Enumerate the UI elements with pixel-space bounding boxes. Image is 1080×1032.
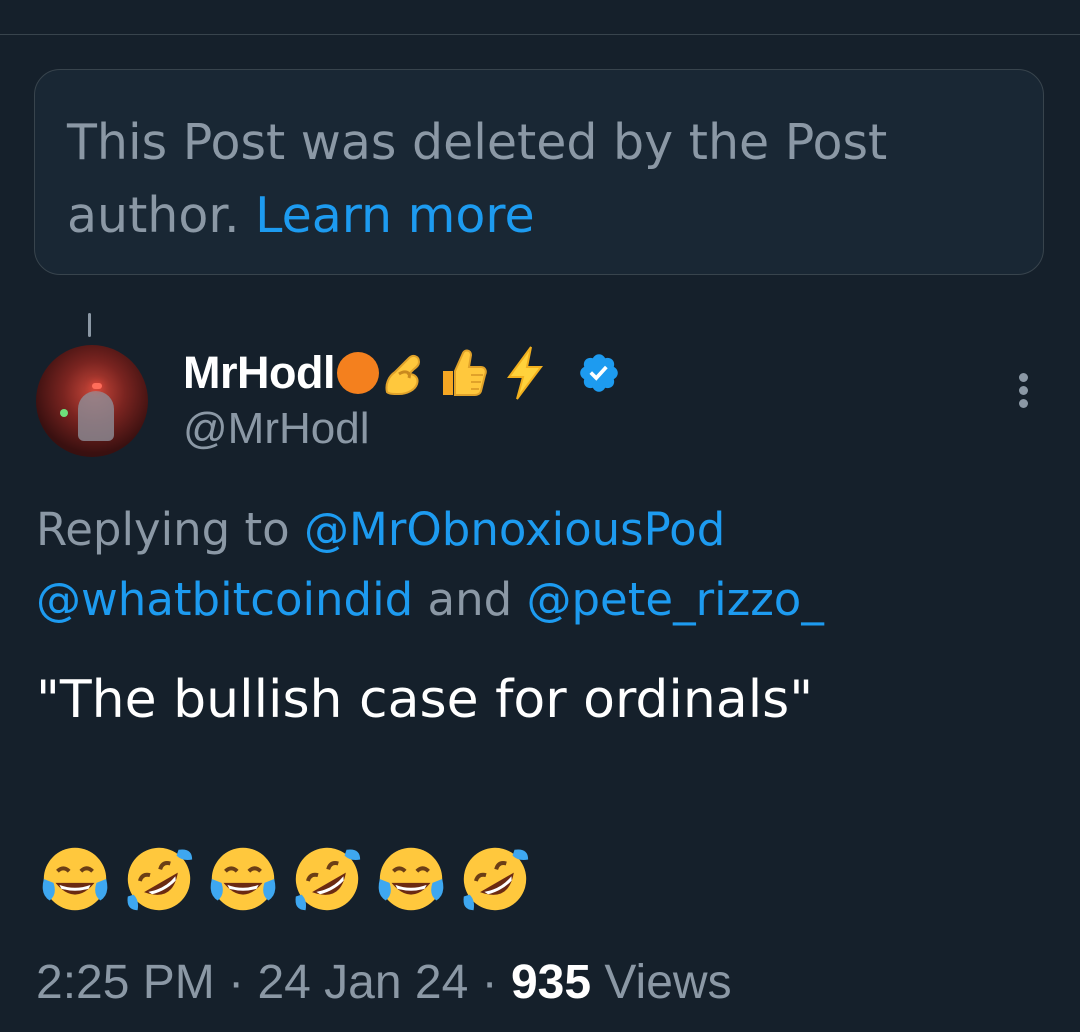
rolling-laughing-icon <box>463 847 529 911</box>
post-time[interactable]: 2:25 PM <box>36 956 215 1009</box>
pinching-hand-icon <box>385 354 420 396</box>
views-count[interactable]: 935 <box>511 956 591 1009</box>
post-text: "The bullish case for ordinals" <box>36 670 814 730</box>
post-emoji-row <box>36 840 534 918</box>
more-options-icon[interactable] <box>1014 371 1034 411</box>
post-date[interactable]: 24 Jan 24 <box>257 956 468 1009</box>
deleted-post-notice: This Post was deleted by the Post author… <box>34 69 1044 275</box>
learn-more-link[interactable]: Learn more <box>255 187 534 244</box>
post-meta: 2:25 PM · 24 Jan 24 · 935 Views <box>36 955 732 1010</box>
meta-separator: · <box>481 956 498 1009</box>
mention-conjunction: and <box>427 573 513 626</box>
tears-of-joy-icon <box>378 847 444 911</box>
replying-to: Replying to @MrObnoxiousPod @whatbitcoin… <box>36 495 1036 635</box>
tears-of-joy-icon <box>42 847 108 911</box>
author-display-name[interactable]: MrHodl <box>183 347 335 399</box>
rolling-laughing-icon <box>127 847 193 911</box>
replying-to-label: Replying to <box>36 503 290 556</box>
author-name-row[interactable]: MrHodl <box>183 343 621 403</box>
tears-of-joy-icon <box>210 847 276 911</box>
meta-separator: · <box>228 956 245 1009</box>
thumbs-up-icon <box>442 349 487 396</box>
mention-link[interactable]: @whatbitcoindid <box>36 573 413 626</box>
verified-badge-icon[interactable] <box>577 351 621 395</box>
top-divider <box>0 0 1080 35</box>
thread-connector-line <box>88 313 91 337</box>
author-handle[interactable]: @MrHodl <box>183 404 369 454</box>
avatar-figure <box>78 391 114 441</box>
avatar-eye <box>92 383 102 389</box>
avatar[interactable] <box>36 345 148 457</box>
deleted-notice-text: This Post was deleted by the Post author… <box>67 106 967 252</box>
mention-link[interactable]: @MrObnoxiousPod <box>304 503 725 556</box>
orange-circle-icon <box>336 352 379 394</box>
mention-link[interactable]: @pete_rizzo_ <box>526 573 823 626</box>
rolling-laughing-icon <box>295 847 361 911</box>
avatar-gem <box>60 409 68 417</box>
high-voltage-icon <box>507 346 543 400</box>
views-label[interactable]: Views <box>604 956 731 1009</box>
